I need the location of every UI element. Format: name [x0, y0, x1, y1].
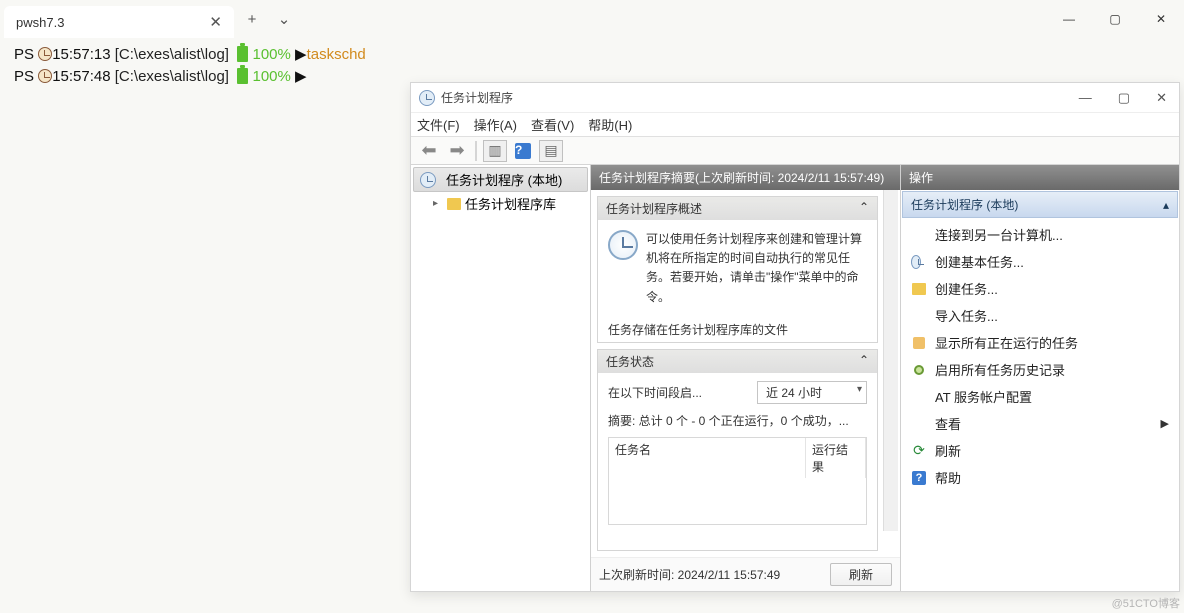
terminal-tab[interactable]: pwsh7.3 ✕	[4, 6, 234, 38]
task-scheduler-title: 任务计划程序	[441, 89, 513, 106]
overview-title: 任务计划程序概述	[606, 200, 702, 217]
tab-close-icon[interactable]: ✕	[209, 13, 222, 31]
task-scheduler-window: 任务计划程序 — ▢ ✕ 文件(F) 操作(A) 查看(V) 帮助(H) ⬅ ➡…	[410, 82, 1180, 592]
task-min-button[interactable]: —	[1075, 88, 1096, 108]
task-table-header: 任务名 运行结果	[609, 438, 866, 478]
toolbar-panes-button[interactable]: ▥	[483, 140, 507, 162]
summary-header: 任务计划程序摘要(上次刷新时间: 2024/2/11 15:57:49)	[591, 165, 900, 190]
status-period-combo[interactable]: 近 24 小时	[757, 381, 867, 404]
clock-icon	[38, 69, 52, 83]
task-body: 任务计划程序 (本地) ▸ 任务计划程序库 任务计划程序摘要(上次刷新时间: 2…	[411, 165, 1179, 591]
refresh-button[interactable]: 刷新	[830, 563, 892, 586]
status-period-label: 在以下时间段启...	[608, 384, 702, 401]
clock-icon	[38, 47, 52, 61]
action-view[interactable]: 查看▶	[901, 410, 1179, 437]
battery-icon	[237, 46, 248, 62]
status-summary: 摘要: 总计 0 个 - 0 个正在运行，0 个成功，...	[608, 412, 867, 429]
task-max-button[interactable]: ▢	[1114, 88, 1134, 108]
tree-library[interactable]: ▸ 任务计划程序库	[411, 192, 590, 215]
nav-forward-button[interactable]: ➡	[445, 140, 469, 162]
tab-dropdown-icon[interactable]: ⌄	[270, 5, 298, 33]
action-import-task[interactable]: 导入任务...	[901, 302, 1179, 329]
help-icon: ?	[912, 471, 926, 485]
task-scheduler-titlebar[interactable]: 任务计划程序 — ▢ ✕	[411, 83, 1179, 113]
status-panel: 任务状态 ⌃ 在以下时间段启... 近 24 小时 摘要: 总计 0 个 - 0…	[597, 349, 878, 551]
actions-list: 连接到另一台计算机... 创建基本任务... 创建任务... 导入任务... 显…	[901, 219, 1179, 493]
menu-help[interactable]: 帮助(H)	[588, 115, 632, 134]
menu-file[interactable]: 文件(F)	[417, 115, 460, 134]
actions-header: 操作	[901, 165, 1179, 190]
menu-view[interactable]: 查看(V)	[531, 115, 574, 134]
window-controls: — ▢ ✕	[1046, 0, 1184, 38]
new-tab-button[interactable]: +	[238, 5, 266, 33]
tree-library-label: 任务计划程序库	[465, 194, 556, 213]
maximize-button[interactable]: ▢	[1092, 0, 1138, 38]
action-show-running-tasks[interactable]: 显示所有正在运行的任务	[901, 329, 1179, 356]
task-table[interactable]: 任务名 运行结果	[608, 437, 867, 525]
collapse-icon[interactable]: ⌃	[859, 353, 869, 370]
actions-section-label: 任务计划程序 (本地)	[911, 196, 1018, 213]
task-tree[interactable]: 任务计划程序 (本地) ▸ 任务计划程序库	[411, 165, 591, 591]
col-task-name[interactable]: 任务名	[609, 438, 806, 478]
task-table-body	[609, 478, 866, 524]
overview-panel: 任务计划程序概述 ⌃ 可以使用任务计划程序来创建和管理计算机将在所指定的时间自动…	[597, 196, 878, 343]
center-footer: 上次刷新时间: 2024/2/11 15:57:49 刷新	[591, 557, 900, 591]
chevron-up-icon: ▴	[1163, 198, 1169, 212]
task-toolbar: ⬅ ➡ ▥ ? ▤	[411, 137, 1179, 165]
task-window-controls: — ▢ ✕	[1075, 88, 1171, 108]
task-menubar: 文件(F) 操作(A) 查看(V) 帮助(H)	[411, 113, 1179, 137]
scrollbar[interactable]	[883, 190, 898, 531]
collapse-icon[interactable]: ⌃	[859, 200, 869, 217]
task-scheduler-icon	[419, 90, 435, 106]
center-content: 任务计划程序概述 ⌃ 可以使用任务计划程序来创建和管理计算机将在所指定的时间自动…	[591, 190, 900, 557]
action-enable-history[interactable]: 启用所有任务历史记录	[901, 356, 1179, 383]
terminal-titlebar: pwsh7.3 ✕ + ⌄ — ▢ ✕	[0, 0, 1184, 38]
toolbar-help-button[interactable]: ?	[511, 140, 535, 162]
action-connect-computer[interactable]: 连接到另一台计算机...	[901, 221, 1179, 248]
overview-text: 可以使用任务计划程序来创建和管理计算机将在所指定的时间自动执行的常见任务。若要开…	[646, 230, 867, 307]
actions-pane: 操作 任务计划程序 (本地) ▴ 连接到另一台计算机... 创建基本任务... …	[901, 165, 1179, 591]
chevron-right-icon: ▶	[1161, 417, 1169, 430]
watermark: @51CTO博客	[1112, 595, 1180, 611]
clock-icon	[420, 172, 436, 188]
action-at-service-config[interactable]: AT 服务帐户配置	[901, 383, 1179, 410]
refresh-icon: ⟳	[911, 443, 927, 459]
folder-icon	[447, 198, 461, 210]
overview-body: 可以使用任务计划程序来创建和管理计算机将在所指定的时间自动执行的常见任务。若要开…	[598, 220, 877, 317]
menu-action[interactable]: 操作(A)	[474, 115, 517, 134]
minimize-button[interactable]: —	[1046, 0, 1092, 38]
last-refresh-label: 上次刷新时间: 2024/2/11 15:57:49	[599, 566, 780, 583]
tree-root-label: 任务计划程序 (本地)	[446, 170, 562, 189]
enable-icon	[914, 365, 924, 375]
action-create-task[interactable]: 创建任务...	[901, 275, 1179, 302]
task-close-button[interactable]: ✕	[1152, 88, 1171, 108]
close-button[interactable]: ✕	[1138, 0, 1184, 38]
status-title: 任务状态	[606, 353, 654, 370]
action-create-basic-task[interactable]: 创建基本任务...	[901, 248, 1179, 275]
status-header[interactable]: 任务状态 ⌃	[598, 350, 877, 373]
task-icon	[912, 283, 926, 295]
action-refresh[interactable]: ⟳刷新	[901, 437, 1179, 464]
task-icon	[911, 255, 921, 269]
overview-header[interactable]: 任务计划程序概述 ⌃	[598, 197, 877, 220]
toolbar-view-button[interactable]: ▤	[539, 140, 563, 162]
expand-icon[interactable]: ▸	[433, 198, 443, 209]
terminal-line: PS 15:57:13 [C:\exes\alist\log] 100% ▶ta…	[14, 44, 1170, 66]
col-run-result[interactable]: 运行结果	[806, 438, 866, 478]
battery-icon	[237, 68, 248, 84]
action-help[interactable]: ?帮助	[901, 464, 1179, 491]
task-center-pane: 任务计划程序摘要(上次刷新时间: 2024/2/11 15:57:49) 任务计…	[591, 165, 901, 591]
actions-section[interactable]: 任务计划程序 (本地) ▴	[902, 191, 1178, 218]
overview-truncated: 任务存储在任务计划程序库的文件	[598, 317, 877, 342]
running-icon	[913, 337, 925, 349]
status-body: 在以下时间段启... 近 24 小时 摘要: 总计 0 个 - 0 个正在运行，…	[598, 373, 877, 533]
nav-back-button[interactable]: ⬅	[417, 140, 441, 162]
tab-title: pwsh7.3	[16, 15, 64, 30]
tree-root[interactable]: 任务计划程序 (本地)	[413, 167, 588, 192]
clock-large-icon	[608, 230, 638, 260]
